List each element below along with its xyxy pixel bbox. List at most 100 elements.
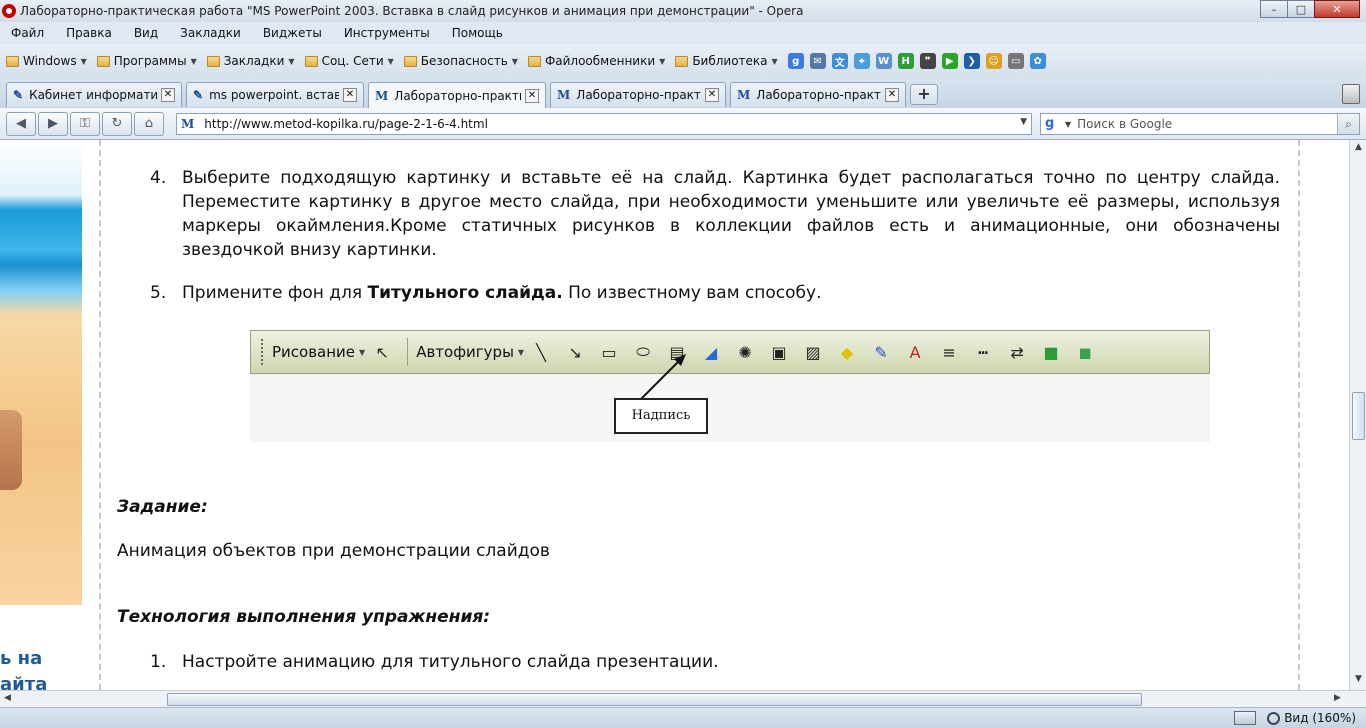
search-icon[interactable]: ⌕ [1337, 114, 1359, 134]
bookmark-folder-bookmarks[interactable]: Закладки ▼ [206, 54, 295, 68]
minimize-button[interactable]: – [1260, 0, 1288, 18]
forward-button[interactable]: ▶ [38, 111, 68, 136]
page-icon: ✎ [13, 88, 24, 102]
list-number: 4. [150, 168, 167, 188]
list-item-4: 4. Выберите подходящую картинку и вставь… [150, 166, 1280, 262]
callout-arrow [640, 354, 686, 401]
chevron-down-icon: ▼ [288, 56, 295, 66]
close-icon[interactable]: ✕ [885, 88, 899, 102]
google-icon[interactable]: g [787, 53, 804, 69]
bookmark-folder-programs[interactable]: Программы ▼ [96, 54, 197, 68]
scroll-thumb[interactable] [167, 693, 1142, 706]
address-field[interactable]: M http://www.metod-kopilka.ru/page-2-1-6… [176, 113, 1032, 135]
reload-button[interactable]: ↻ [102, 111, 132, 136]
tab-5[interactable]: M Лабораторно-практи... ✕ [730, 82, 906, 107]
menu-file[interactable]: Файл [0, 26, 55, 40]
drawing-toolbar: Рисование ▼ ↖ Автофигуры ▼ ╲ ↘ ▭ ⬭ ▤ ◢ ✺ ▣ ▨ ◆ ✎ A ≡… [250, 330, 1210, 374]
metod-kopilka-icon: M [181, 117, 195, 131]
menu-help[interactable]: Помощь [441, 26, 514, 40]
smiley-icon[interactable]: ☺ [985, 53, 1002, 69]
trash-icon[interactable] [1342, 84, 1360, 104]
maximize-button[interactable]: □ [1287, 0, 1315, 18]
horizontal-scrollbar[interactable]: ◀ ▶ [0, 690, 1366, 707]
list-number: 1. [150, 652, 167, 672]
close-icon[interactable]: ✕ [343, 88, 357, 102]
sidebar-link-line1[interactable]: ь на [0, 648, 42, 669]
bookmark-folder-library[interactable]: Библиотека ▼ [675, 54, 778, 68]
h-icon[interactable]: H [897, 53, 914, 69]
list-text: Выберите подходящую картинку и вставьте … [182, 168, 1280, 260]
vertical-scrollbar[interactable]: ▲ ▼ [1349, 140, 1366, 690]
wikipedia-icon[interactable]: W [875, 53, 892, 69]
search-placeholder: Поиск в Google [1077, 117, 1173, 131]
flower-icon[interactable]: ✿ [1029, 53, 1046, 69]
sidebar-link-line2[interactable]: айта [0, 674, 47, 690]
toolbar-icons-a: ↖ [365, 342, 399, 362]
close-icon[interactable]: ✕ [161, 88, 175, 102]
close-icon[interactable]: ✕ [525, 88, 539, 103]
scroll-thumb[interactable] [1352, 392, 1365, 440]
scroll-down-icon[interactable]: ▼ [1352, 674, 1365, 688]
chevron-down-icon: ▼ [387, 56, 394, 66]
autoshapes-menu: Автофигуры [416, 343, 514, 361]
map-icon[interactable]: ⌖ [853, 53, 870, 69]
window-controls: – □ ✕ [1260, 0, 1360, 18]
article-content: 4. Выберите подходящую картинку и вставь… [100, 140, 1298, 690]
close-icon[interactable]: ✕ [705, 88, 719, 102]
right-divider [1298, 140, 1300, 690]
close-button[interactable]: ✕ [1314, 0, 1360, 18]
chevron-down-icon: ▼ [771, 56, 778, 66]
line-style-icon: ≡ [942, 342, 956, 362]
technology-heading: Технология выполнения упражнения: [117, 607, 491, 627]
page-icon: ✎ [193, 88, 204, 102]
bookmark-folder-filehosts[interactable]: Файлообменники ▼ [527, 54, 666, 68]
translate-icon[interactable]: 文 [831, 53, 848, 69]
toolbar-icons-b: ╲ ↘ ▭ ⬭ ▤ ◢ ✺ ▣ ▨ ◆ ✎ A ≡ ┅ ⇄ ■ ◼ [524, 342, 1102, 362]
status-bar: Вид (160%) [0, 707, 1366, 728]
view-mode-icon[interactable] [1234, 711, 1256, 725]
home-button[interactable]: ⌂ [134, 111, 164, 136]
dash-style-icon: ┅ [978, 342, 988, 362]
google-icon[interactable]: g [1045, 116, 1063, 132]
menu-tools[interactable]: Инструменты [333, 26, 441, 40]
arrow-icon: ↘ [568, 342, 582, 362]
textbox-callout: Надпись [614, 398, 708, 434]
forward-icon[interactable]: ❯ [963, 53, 980, 69]
menu-edit[interactable]: Правка [55, 26, 123, 40]
chevron-down-icon[interactable]: ▼ [1020, 117, 1027, 127]
page-icon[interactable]: ▭ [1007, 53, 1024, 69]
chevron-down-icon: ▼ [80, 56, 87, 66]
tab-4[interactable]: M Лабораторно-практи... ✕ [550, 82, 726, 107]
menu-widgets[interactable]: Виджеты [252, 26, 333, 40]
list-item-5: 5. Примените фон для Титульного слайда. … [150, 281, 1280, 305]
scroll-up-icon[interactable]: ▲ [1352, 142, 1365, 156]
bookmark-folder-security[interactable]: Безопасность ▼ [403, 54, 518, 68]
menu-bookmarks[interactable]: Закладки [169, 26, 252, 40]
wordart-icon: ◢ [704, 342, 718, 362]
scroll-right-icon[interactable]: ▶ [1334, 693, 1341, 703]
zoom-control[interactable]: Вид (160%) [1267, 711, 1356, 725]
quote-icon[interactable]: ❞ [919, 53, 936, 69]
mail-icon[interactable]: ✉ [809, 53, 826, 69]
shadow-icon: ■ [1043, 342, 1059, 362]
scroll-left-icon[interactable]: ◀ [4, 693, 11, 703]
play-icon[interactable]: ▶ [941, 53, 958, 69]
bookmark-folder-windows[interactable]: Windows ▼ [6, 54, 87, 68]
page-viewport: ь на айта 4. Выберите подходящую картинк… [0, 140, 1349, 690]
folder-icon [6, 55, 19, 67]
arrow-style-icon: ⇄ [1010, 342, 1024, 362]
back-button[interactable]: ◀ [6, 111, 36, 136]
tab-3-active[interactable]: M Лабораторно-практи... ✕ [368, 82, 546, 108]
tab-1[interactable]: ✎ Кабинет информатик... ✕ [6, 82, 182, 107]
tab-2[interactable]: ✎ ms powerpoint. вставк... ✕ [186, 82, 364, 107]
clipart-icon: ▣ [771, 342, 787, 362]
fill-color-icon: ◆ [840, 342, 854, 362]
chevron-down-icon: ▼ [659, 56, 666, 66]
search-field[interactable]: g ▼ Поиск в Google ⌕ [1040, 113, 1360, 135]
chevron-down-icon: ▼ [190, 56, 197, 66]
chevron-down-icon[interactable]: ▼ [1065, 120, 1071, 129]
bookmark-folder-social[interactable]: Соц. Сети ▼ [304, 54, 394, 68]
key-icon[interactable]: ⚿ [70, 111, 100, 136]
menu-view[interactable]: Вид [123, 26, 169, 40]
new-tab-button[interactable]: + [910, 84, 938, 105]
